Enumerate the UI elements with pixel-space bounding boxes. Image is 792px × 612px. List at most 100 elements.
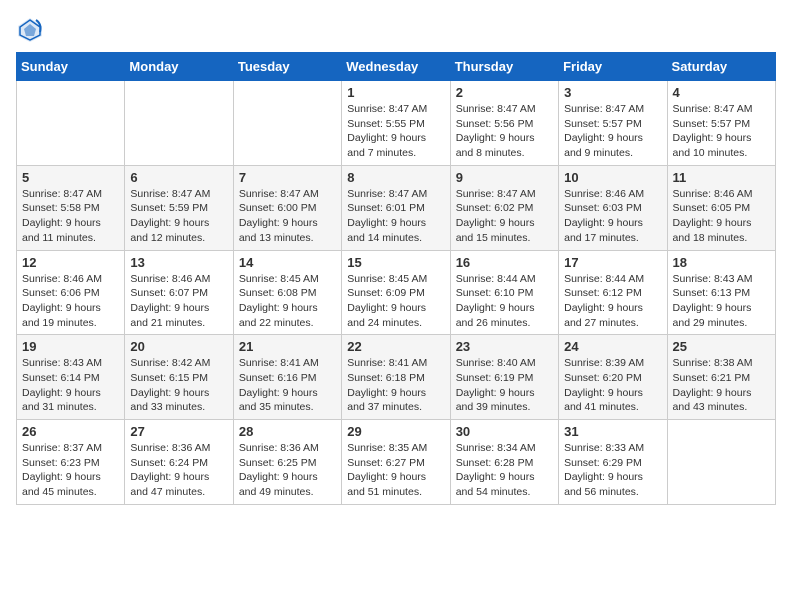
day-info: Sunrise: 8:35 AMSunset: 6:27 PMDaylight:… xyxy=(347,441,444,500)
day-number: 8 xyxy=(347,170,444,185)
weekday-header: Friday xyxy=(559,53,667,81)
day-info: Sunrise: 8:46 AMSunset: 6:06 PMDaylight:… xyxy=(22,272,119,331)
calendar-cell: 20 Sunrise: 8:42 AMSunset: 6:15 PMDayligh… xyxy=(125,335,233,420)
calendar-cell: 7Sunrise: 8:47 AMSunset: 6:00 PMDaylight… xyxy=(233,165,341,250)
day-number: 12 xyxy=(22,255,119,270)
day-number: 14 xyxy=(239,255,336,270)
calendar-cell: 28 Sunrise: 8:36 AMSunset: 6:25 PMDayligh… xyxy=(233,420,341,505)
day-info: Sunrise: 8:37 AMSunset: 6:23 PMDaylight:… xyxy=(22,441,119,500)
day-info: Sunrise: 8:40 AMSunset: 6:19 PMDaylight:… xyxy=(456,356,553,415)
day-number: 26 xyxy=(22,424,119,439)
logo xyxy=(16,16,48,44)
calendar-cell: 31 Sunrise: 8:33 AMSunset: 6:29 PMDayligh… xyxy=(559,420,667,505)
day-info: Sunrise: 8:47 AMSunset: 5:55 PMDaylight:… xyxy=(347,102,444,161)
calendar-cell: 2 Sunrise: 8:47 AMSunset: 5:56 PMDaylight… xyxy=(450,81,558,166)
day-number: 15 xyxy=(347,255,444,270)
weekday-header: Sunday xyxy=(17,53,125,81)
calendar-cell: 3 Sunrise: 8:47 AMSunset: 5:57 PMDaylight… xyxy=(559,81,667,166)
day-info: Sunrise: 8:43 AMSunset: 6:14 PMDaylight:… xyxy=(22,356,119,415)
day-number: 31 xyxy=(564,424,661,439)
day-number: 5 xyxy=(22,170,119,185)
day-info: Sunrise: 8:34 AMSunset: 6:28 PMDaylight:… xyxy=(456,441,553,500)
day-number: 22 xyxy=(347,339,444,354)
day-info: Sunrise: 8:46 AMSunset: 6:03 PMDaylight:… xyxy=(564,187,661,246)
calendar-cell: 29 Sunrise: 8:35 AMSunset: 6:27 PMDayligh… xyxy=(342,420,450,505)
weekday-header: Monday xyxy=(125,53,233,81)
day-number: 20 xyxy=(130,339,227,354)
day-number: 13 xyxy=(130,255,227,270)
day-number: 27 xyxy=(130,424,227,439)
day-info: Sunrise: 8:45 AMSunset: 6:08 PMDaylight:… xyxy=(239,272,336,331)
calendar-cell xyxy=(233,81,341,166)
day-info: Sunrise: 8:47 AMSunset: 6:02 PMDaylight:… xyxy=(456,187,553,246)
day-number: 28 xyxy=(239,424,336,439)
calendar-week-row: 26 Sunrise: 8:37 AMSunset: 6:23 PMDayligh… xyxy=(17,420,776,505)
day-number: 16 xyxy=(456,255,553,270)
day-number: 3 xyxy=(564,85,661,100)
day-number: 1 xyxy=(347,85,444,100)
calendar-cell: 19 Sunrise: 8:43 AMSunset: 6:14 PMDayligh… xyxy=(17,335,125,420)
day-info: Sunrise: 8:44 AMSunset: 6:10 PMDaylight:… xyxy=(456,272,553,331)
calendar-cell: 18 Sunrise: 8:43 AMSunset: 6:13 PMDayligh… xyxy=(667,250,775,335)
calendar-cell: 26 Sunrise: 8:37 AMSunset: 6:23 PMDayligh… xyxy=(17,420,125,505)
calendar-table: SundayMondayTuesdayWednesdayThursdayFrid… xyxy=(16,52,776,505)
day-info: Sunrise: 8:36 AMSunset: 6:25 PMDaylight:… xyxy=(239,441,336,500)
day-number: 9 xyxy=(456,170,553,185)
day-number: 7 xyxy=(239,170,336,185)
day-number: 23 xyxy=(456,339,553,354)
weekday-header: Thursday xyxy=(450,53,558,81)
day-number: 17 xyxy=(564,255,661,270)
day-number: 24 xyxy=(564,339,661,354)
page-header xyxy=(16,16,776,44)
weekday-header: Saturday xyxy=(667,53,775,81)
day-number: 11 xyxy=(673,170,770,185)
calendar-cell: 9 Sunrise: 8:47 AMSunset: 6:02 PMDaylight… xyxy=(450,165,558,250)
day-number: 29 xyxy=(347,424,444,439)
day-info: Sunrise: 8:47 AMSunset: 6:01 PMDaylight:… xyxy=(347,187,444,246)
day-number: 10 xyxy=(564,170,661,185)
day-number: 30 xyxy=(456,424,553,439)
calendar-cell: 30 Sunrise: 8:34 AMSunset: 6:28 PMDayligh… xyxy=(450,420,558,505)
calendar-week-row: 12 Sunrise: 8:46 AMSunset: 6:06 PMDayligh… xyxy=(17,250,776,335)
calendar-cell: 27 Sunrise: 8:36 AMSunset: 6:24 PMDayligh… xyxy=(125,420,233,505)
day-info: Sunrise: 8:47 AMSunset: 5:58 PMDaylight:… xyxy=(22,187,119,246)
day-info: Sunrise: 8:33 AMSunset: 6:29 PMDaylight:… xyxy=(564,441,661,500)
calendar-week-row: 1 Sunrise: 8:47 AMSunset: 5:55 PMDaylight… xyxy=(17,81,776,166)
calendar-cell: 23 Sunrise: 8:40 AMSunset: 6:19 PMDayligh… xyxy=(450,335,558,420)
calendar-cell: 11 Sunrise: 8:46 AMSunset: 6:05 PMDayligh… xyxy=(667,165,775,250)
calendar-cell: 25 Sunrise: 8:38 AMSunset: 6:21 PMDayligh… xyxy=(667,335,775,420)
calendar-cell: 21Sunrise: 8:41 AMSunset: 6:16 PMDayligh… xyxy=(233,335,341,420)
calendar-cell: 5 Sunrise: 8:47 AMSunset: 5:58 PMDaylight… xyxy=(17,165,125,250)
day-number: 6 xyxy=(130,170,227,185)
calendar-cell xyxy=(17,81,125,166)
day-info: Sunrise: 8:46 AMSunset: 6:05 PMDaylight:… xyxy=(673,187,770,246)
calendar-cell: 13 Sunrise: 8:46 AMSunset: 6:07 PMDayligh… xyxy=(125,250,233,335)
day-info: Sunrise: 8:41 AMSunset: 6:16 PMDaylight:… xyxy=(239,356,336,415)
calendar-cell: 15 Sunrise: 8:45 AMSunset: 6:09 PMDayligh… xyxy=(342,250,450,335)
day-info: Sunrise: 8:45 AMSunset: 6:09 PMDaylight:… xyxy=(347,272,444,331)
day-info: Sunrise: 8:47 AMSunset: 5:57 PMDaylight:… xyxy=(564,102,661,161)
day-number: 25 xyxy=(673,339,770,354)
day-number: 4 xyxy=(673,85,770,100)
day-info: Sunrise: 8:42 AMSunset: 6:15 PMDaylight:… xyxy=(130,356,227,415)
weekday-header-row: SundayMondayTuesdayWednesdayThursdayFrid… xyxy=(17,53,776,81)
calendar-cell xyxy=(125,81,233,166)
calendar-cell: 12 Sunrise: 8:46 AMSunset: 6:06 PMDayligh… xyxy=(17,250,125,335)
calendar-cell: 10 Sunrise: 8:46 AMSunset: 6:03 PMDayligh… xyxy=(559,165,667,250)
day-info: Sunrise: 8:43 AMSunset: 6:13 PMDaylight:… xyxy=(673,272,770,331)
day-number: 2 xyxy=(456,85,553,100)
day-number: 18 xyxy=(673,255,770,270)
calendar-cell: 22Sunrise: 8:41 AMSunset: 6:18 PMDayligh… xyxy=(342,335,450,420)
day-info: Sunrise: 8:38 AMSunset: 6:21 PMDaylight:… xyxy=(673,356,770,415)
calendar-cell: 16 Sunrise: 8:44 AMSunset: 6:10 PMDayligh… xyxy=(450,250,558,335)
calendar-week-row: 19 Sunrise: 8:43 AMSunset: 6:14 PMDayligh… xyxy=(17,335,776,420)
calendar-cell: 17 Sunrise: 8:44 AMSunset: 6:12 PMDayligh… xyxy=(559,250,667,335)
day-info: Sunrise: 8:47 AMSunset: 5:59 PMDaylight:… xyxy=(130,187,227,246)
day-info: Sunrise: 8:36 AMSunset: 6:24 PMDaylight:… xyxy=(130,441,227,500)
day-info: Sunrise: 8:46 AMSunset: 6:07 PMDaylight:… xyxy=(130,272,227,331)
day-info: Sunrise: 8:47 AMSunset: 5:56 PMDaylight:… xyxy=(456,102,553,161)
day-number: 19 xyxy=(22,339,119,354)
calendar-cell: 8 Sunrise: 8:47 AMSunset: 6:01 PMDaylight… xyxy=(342,165,450,250)
calendar-cell: 4Sunrise: 8:47 AMSunset: 5:57 PMDaylight… xyxy=(667,81,775,166)
day-info: Sunrise: 8:44 AMSunset: 6:12 PMDaylight:… xyxy=(564,272,661,331)
